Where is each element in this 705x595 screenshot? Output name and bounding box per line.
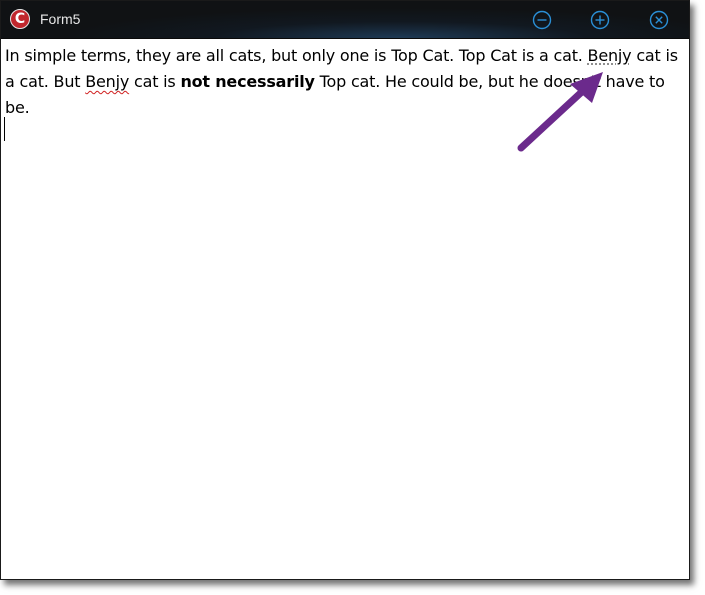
annotation-arrow-icon <box>517 72 603 152</box>
